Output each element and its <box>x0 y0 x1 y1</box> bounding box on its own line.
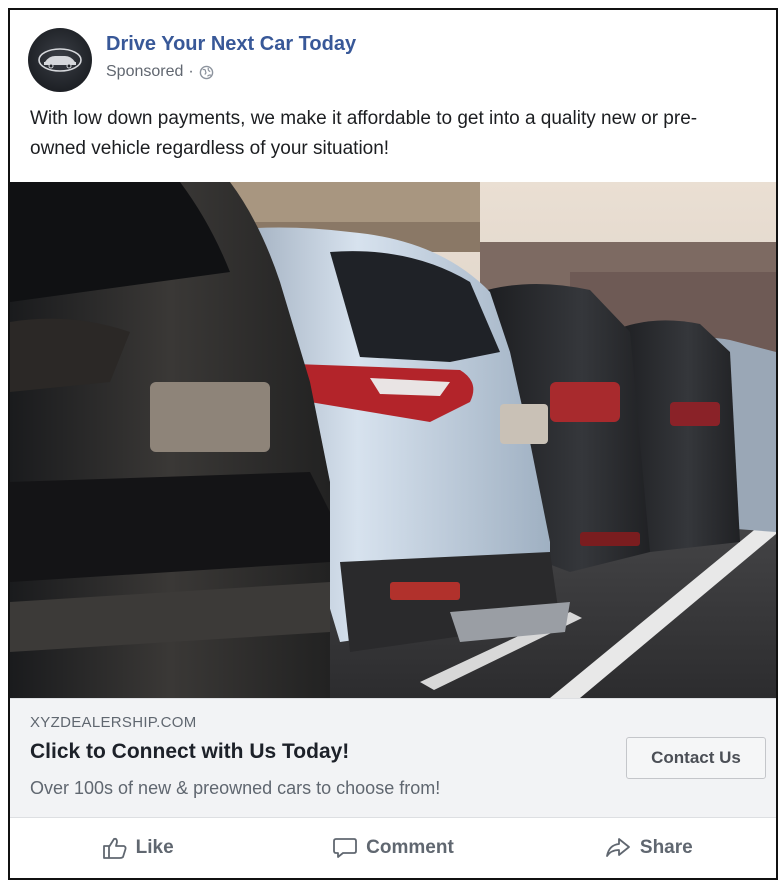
post-body-text: With low down payments, we make it affor… <box>30 108 698 159</box>
link-preview[interactable]: XYZDEALERSHIP.COM Click to Connect with … <box>10 698 776 818</box>
comment-label: Comment <box>366 837 454 858</box>
globe-icon[interactable] <box>199 65 214 80</box>
comment-button[interactable]: Comment <box>265 826 520 870</box>
sponsored-label[interactable]: Sponsored <box>106 63 183 81</box>
car-logo-icon <box>38 48 82 72</box>
like-button[interactable]: Like <box>10 826 265 870</box>
share-arrow-icon <box>604 836 632 860</box>
post-header: Drive Your Next Car Today Sponsored · <box>28 28 356 92</box>
page-meta: Drive Your Next Car Today Sponsored · <box>106 32 356 81</box>
page-avatar[interactable] <box>28 28 92 92</box>
like-label: Like <box>135 837 174 858</box>
share-button[interactable]: Share <box>521 826 776 870</box>
ad-photo-parked-cars[interactable] <box>10 182 776 698</box>
link-headline[interactable]: Click to Connect with Us Today! <box>30 740 349 764</box>
link-domain: XYZDEALERSHIP.COM <box>30 714 197 731</box>
meta-separator: · <box>188 63 194 80</box>
sponsored-post: Drive Your Next Car Today Sponsored · Wi… <box>8 8 778 880</box>
post-meta-line: Sponsored · <box>106 63 356 81</box>
comment-bubble-icon <box>332 836 358 860</box>
thumbs-up-icon <box>102 836 128 860</box>
link-description: Over 100s of new & preowned cars to choo… <box>30 778 441 798</box>
contact-us-button[interactable]: Contact Us <box>626 737 766 779</box>
post-actions-bar: Like Comment Share <box>10 818 776 878</box>
share-label: Share <box>639 837 693 858</box>
page-name-link[interactable]: Drive Your Next Car Today <box>106 32 356 56</box>
